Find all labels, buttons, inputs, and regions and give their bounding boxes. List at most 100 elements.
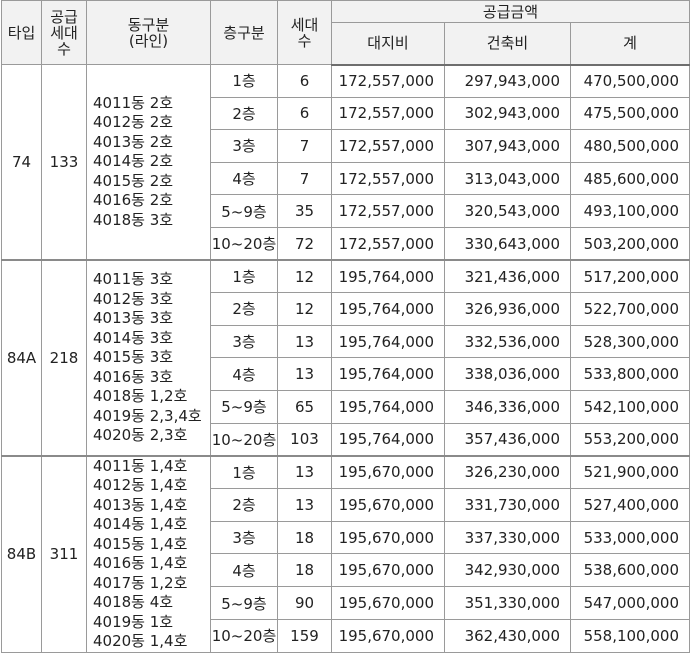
floor-cell: 5~9층 bbox=[210, 389, 278, 424]
dong-item: 4020동 1,4호 bbox=[93, 632, 188, 651]
total-price-cell: 470,500,000 bbox=[570, 64, 690, 98]
building-price-cell: 351,330,000 bbox=[444, 586, 571, 620]
dong-item: 4015동 3호 bbox=[93, 348, 174, 367]
dong-item: 4017동 1,2호 bbox=[93, 573, 188, 592]
floor-cell: 2층 bbox=[210, 96, 278, 131]
land-price-cell: 195,670,000 bbox=[331, 520, 445, 555]
header-units-line1: 세대 bbox=[290, 15, 319, 34]
total-price-cell: 533,000,000 bbox=[570, 520, 690, 555]
dong-item: 4016동 2호 bbox=[93, 191, 174, 210]
dong-item: 4013동 3호 bbox=[93, 309, 174, 328]
total-price-cell: 493,100,000 bbox=[570, 194, 690, 228]
supply-units-cell: 218 bbox=[41, 259, 87, 457]
type-cell: 84A bbox=[1, 259, 42, 457]
total-price-cell: 522,700,000 bbox=[570, 292, 690, 326]
supply-units-cell: 133 bbox=[41, 64, 87, 261]
land-price-cell: 172,557,000 bbox=[331, 161, 445, 196]
floor-cell: 5~9층 bbox=[210, 194, 278, 228]
units-cell: 18 bbox=[277, 553, 332, 588]
land-price-cell: 195,670,000 bbox=[331, 553, 445, 588]
units-cell: 90 bbox=[277, 586, 332, 620]
header-dong-line-line2: (라인) bbox=[128, 31, 169, 50]
building-price-cell: 346,336,000 bbox=[444, 389, 571, 424]
units-cell: 13 bbox=[277, 487, 332, 522]
dong-item: 4012동 1,4호 bbox=[93, 476, 188, 495]
units-cell: 35 bbox=[277, 194, 332, 228]
units-cell: 12 bbox=[277, 292, 332, 326]
floor-cell: 10~20층 bbox=[210, 226, 278, 261]
units-cell: 72 bbox=[277, 226, 332, 261]
units-cell: 13 bbox=[277, 357, 332, 391]
floor-cell: 2층 bbox=[210, 292, 278, 326]
land-price-cell: 195,670,000 bbox=[331, 487, 445, 522]
total-price-cell: 480,500,000 bbox=[570, 129, 690, 163]
dong-item: 4016동 3호 bbox=[93, 367, 174, 386]
building-price-cell: 326,230,000 bbox=[444, 454, 571, 489]
units-cell: 103 bbox=[277, 422, 332, 457]
land-price-cell: 195,764,000 bbox=[331, 259, 445, 294]
units-cell: 6 bbox=[277, 96, 332, 131]
dong-list: 4011동 3호 4012동 3호 4013동 3호 4014동 3호 4015… bbox=[86, 259, 211, 457]
header-dong-line-line1: 동구분 bbox=[127, 15, 170, 34]
table-header: 타입 공급 세대 수 동구분 (라인) 층구분 세대 수 공급금액 대지비 건축… bbox=[1, 0, 690, 66]
land-price-cell: 172,557,000 bbox=[331, 129, 445, 163]
floor-cell: 10~20층 bbox=[210, 618, 278, 653]
units-cell: 65 bbox=[277, 389, 332, 424]
floor-cell: 2층 bbox=[210, 487, 278, 522]
dong-item: 4015동 2호 bbox=[93, 171, 174, 190]
header-supply-units-line2: 세대 bbox=[50, 23, 78, 42]
dong-item: 4012동 3호 bbox=[93, 289, 174, 308]
dong-item: 4018동 4호 bbox=[93, 593, 174, 612]
header-floor: 층구분 bbox=[210, 0, 278, 65]
building-price-cell: 338,036,000 bbox=[444, 357, 571, 391]
land-price-cell: 172,557,000 bbox=[331, 226, 445, 261]
land-price-cell: 195,764,000 bbox=[331, 292, 445, 326]
building-price-cell: 313,043,000 bbox=[444, 161, 571, 196]
total-price-cell: 475,500,000 bbox=[570, 96, 690, 131]
supply-price-table: 타입 공급 세대 수 동구분 (라인) 층구분 세대 수 공급금액 대지비 건축… bbox=[1, 0, 690, 653]
building-price-cell: 307,943,000 bbox=[444, 129, 571, 163]
floor-cell: 4층 bbox=[210, 553, 278, 588]
type-cell: 74 bbox=[1, 64, 42, 261]
land-price-cell: 195,764,000 bbox=[331, 324, 445, 359]
floor-cell: 10~20층 bbox=[210, 422, 278, 457]
dong-item: 4011동 1,4호 bbox=[93, 456, 188, 475]
total-price-cell: 553,200,000 bbox=[570, 422, 690, 457]
building-price-cell: 321,436,000 bbox=[444, 259, 571, 294]
total-price-cell: 503,200,000 bbox=[570, 226, 690, 261]
table-row: 84B 311 4011동 1,4호 4012동 1,4호 4013동 1,4호… bbox=[1, 454, 690, 653]
units-cell: 7 bbox=[277, 129, 332, 163]
land-price-cell: 195,670,000 bbox=[331, 454, 445, 489]
units-cell: 13 bbox=[277, 454, 332, 489]
building-price-cell: 342,930,000 bbox=[444, 553, 571, 588]
dong-item: 4014동 2호 bbox=[93, 152, 174, 171]
header-type: 타입 bbox=[1, 0, 42, 65]
land-price-cell: 195,764,000 bbox=[331, 389, 445, 424]
group-84b: 84B 311 4011동 1,4호 4012동 1,4호 4013동 1,4호… bbox=[1, 454, 690, 653]
header-land: 대지비 bbox=[331, 22, 445, 66]
header-dong-line: 동구분 (라인) bbox=[86, 0, 211, 65]
floor-cell: 3층 bbox=[210, 324, 278, 359]
total-price-cell: 517,200,000 bbox=[570, 259, 690, 294]
total-price-cell: 538,600,000 bbox=[570, 553, 690, 588]
building-price-cell: 362,430,000 bbox=[444, 618, 571, 653]
units-cell: 12 bbox=[277, 259, 332, 294]
floor-cell: 1층 bbox=[210, 259, 278, 294]
dong-item: 4011동 2호 bbox=[93, 93, 174, 112]
building-price-cell: 331,730,000 bbox=[444, 487, 571, 522]
header-total: 계 bbox=[570, 22, 690, 66]
table-row: 74 133 4011동 2호 4012동 2호 4013동 2호 4014동 … bbox=[1, 64, 690, 261]
dong-item: 4011동 3호 bbox=[93, 270, 174, 289]
header-supply-units-line1: 공급 bbox=[50, 7, 78, 26]
total-price-cell: 547,000,000 bbox=[570, 586, 690, 620]
header-units: 세대 수 bbox=[277, 0, 332, 65]
floor-cell: 3층 bbox=[210, 129, 278, 163]
building-price-cell: 357,436,000 bbox=[444, 422, 571, 457]
total-price-cell: 528,300,000 bbox=[570, 324, 690, 359]
land-price-cell: 195,670,000 bbox=[331, 618, 445, 653]
building-price-cell: 326,936,000 bbox=[444, 292, 571, 326]
units-cell: 159 bbox=[277, 618, 332, 653]
total-price-cell: 485,600,000 bbox=[570, 161, 690, 196]
floor-cell: 5~9층 bbox=[210, 586, 278, 620]
header-building: 건축비 bbox=[444, 22, 571, 66]
